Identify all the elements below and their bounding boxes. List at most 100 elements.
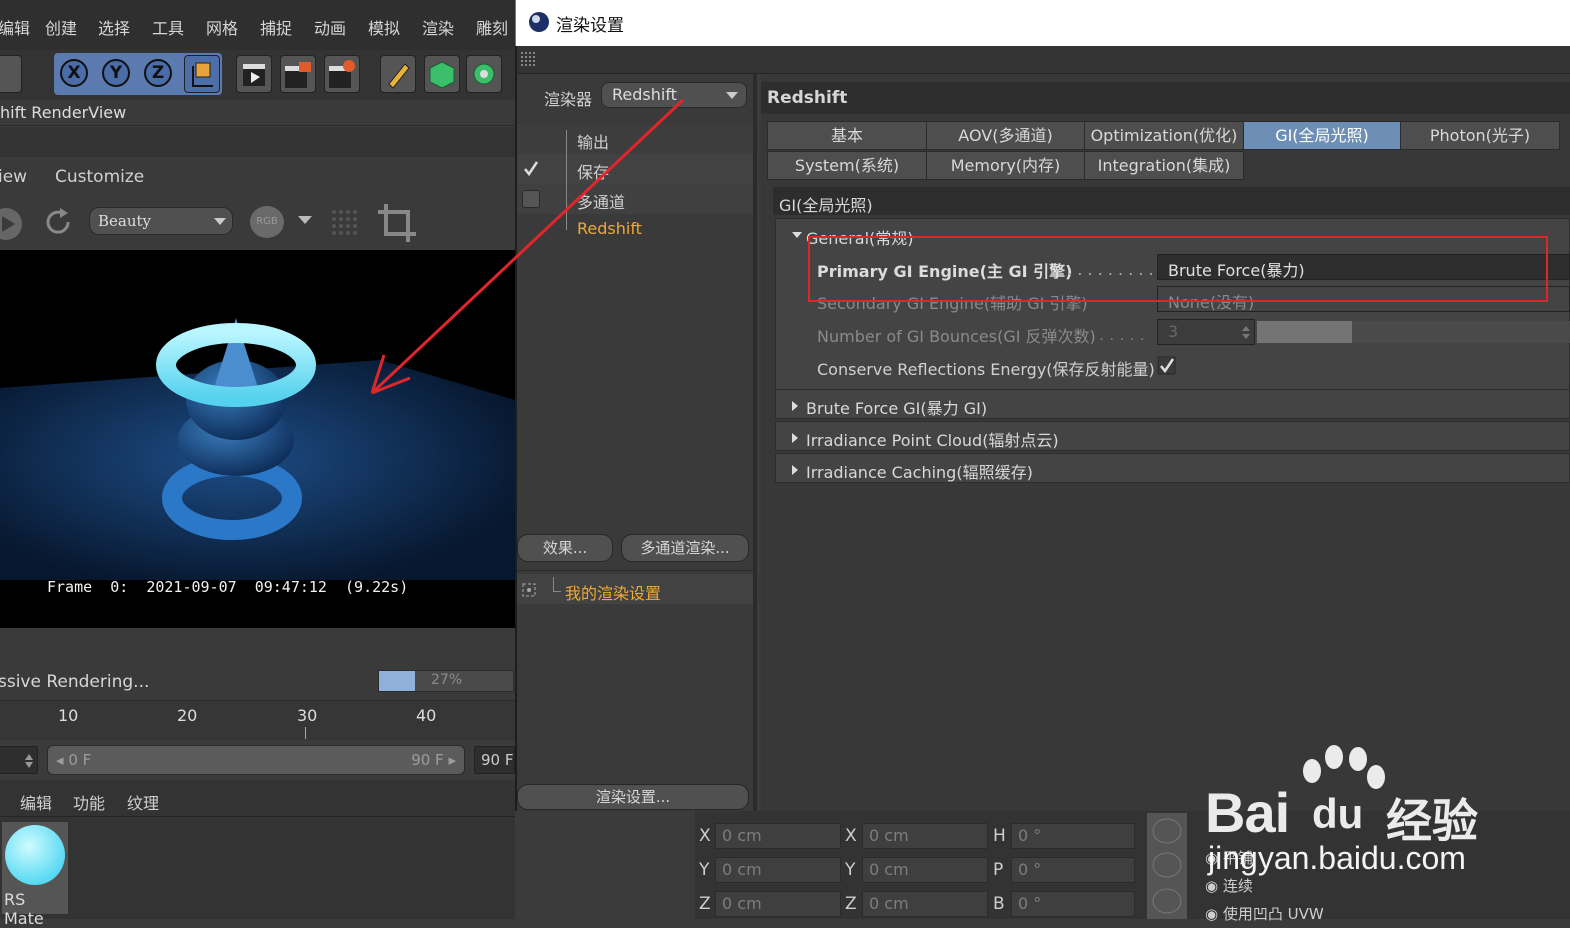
refresh-icon[interactable]: [44, 206, 74, 238]
main-toolbar: X Y Z: [0, 50, 515, 100]
position-z-field[interactable]: 0 cm: [715, 891, 841, 917]
rotation-b-field[interactable]: 0 °: [1011, 891, 1135, 917]
tab-gi[interactable]: GI(全局光照): [1243, 121, 1401, 150]
render-settings-button[interactable]: [324, 55, 360, 93]
position-y-field[interactable]: 0 cm: [715, 857, 841, 883]
tab-system[interactable]: System(系统): [767, 151, 927, 180]
expand-icon[interactable]: [522, 583, 536, 597]
panel-header-title: Redshift: [767, 88, 848, 108]
coordinate-system-button[interactable]: [184, 55, 220, 93]
rgb-channel-button[interactable]: RGB: [250, 206, 284, 238]
triangle-right-icon: [792, 465, 798, 475]
coord-axis-label: X: [699, 826, 711, 846]
preset-name: 我的渲染设置: [565, 584, 662, 603]
brute-force-group[interactable]: Brute Force GI(暴力 GI): [775, 389, 1570, 419]
conserve-energy-checkbox[interactable]: [1157, 356, 1177, 376]
preset-item[interactable]: 我的渲染设置: [517, 574, 753, 604]
menu-sculpt[interactable]: 雕刻: [476, 15, 508, 39]
renderview-menu-customize[interactable]: Customize: [55, 167, 144, 187]
renderer-select[interactable]: Redshift: [601, 82, 747, 108]
x-axis-lock-button[interactable]: X: [60, 59, 88, 87]
tree-item-redshift[interactable]: Redshift: [577, 219, 642, 238]
menu-edit[interactable]: 编辑: [0, 15, 30, 39]
mograph-button[interactable]: [466, 55, 502, 93]
play-icon[interactable]: [0, 206, 24, 242]
coord-axis-label: H: [993, 826, 1006, 846]
render-picture-viewer-button[interactable]: [280, 55, 316, 93]
position-x-field[interactable]: 0 cm: [715, 823, 841, 849]
tab-optimization[interactable]: Optimization(优化): [1084, 121, 1244, 150]
clapper-icon: [243, 64, 265, 86]
gi-bounces-slider[interactable]: [1257, 321, 1570, 343]
size-x-field[interactable]: 0 cm: [862, 823, 988, 849]
coord-axis-label: X: [845, 826, 857, 846]
tab-photon[interactable]: Photon(光子): [1400, 121, 1560, 150]
size-z-field[interactable]: 0 cm: [862, 891, 988, 917]
timeline-tick: 20: [177, 706, 198, 725]
y-axis-lock-button[interactable]: Y: [102, 59, 130, 87]
timeline-tick: 30: [297, 706, 318, 725]
range-end: 90 F ▸: [411, 751, 456, 769]
triangle-right-icon: [792, 401, 798, 411]
tree-item-multipass[interactable]: 多通道: [577, 189, 625, 213]
checkmark-icon[interactable]: [522, 159, 540, 177]
irradiance-caching-group[interactable]: Irradiance Caching(辐照缓存): [775, 453, 1570, 483]
seamless-option[interactable]: ◉ 连续: [1205, 875, 1253, 896]
menu-simulate[interactable]: 模拟: [368, 15, 400, 39]
tab-basic[interactable]: 基本: [767, 121, 927, 150]
grid-dots-icon[interactable]: [330, 208, 358, 236]
rotation-h-field[interactable]: 0 °: [1011, 823, 1135, 849]
frame-info: Frame 0: 2021-09-07 09:47:12 (9.22s): [47, 578, 409, 596]
renderview-menu-view[interactable]: iew: [0, 167, 27, 187]
crop-icon[interactable]: [376, 202, 418, 244]
bump-uvw-option[interactable]: ◉ 使用凹凸 UVW: [1205, 903, 1324, 924]
material-menu-function[interactable]: 功能: [73, 790, 105, 814]
multipass-render-button[interactable]: 多通道渲染...: [621, 534, 749, 562]
material-manager: 编辑 功能 纹理 RS Mate: [0, 780, 515, 928]
current-frame-field[interactable]: [0, 746, 38, 774]
progress-label: ssive Rendering...: [0, 672, 150, 692]
material-menu-edit[interactable]: 编辑: [20, 790, 52, 814]
menu-mesh[interactable]: 网格: [206, 15, 238, 39]
pen-tool-button[interactable]: [380, 55, 416, 93]
render-view-button[interactable]: [236, 55, 272, 93]
tree-item-save[interactable]: 保存: [577, 159, 609, 183]
render-viewport[interactable]: Frame 0: 2021-09-07 09:47:12 (9.22s): [0, 250, 515, 628]
material-thumbnail[interactable]: RS Mate: [2, 822, 68, 928]
multipass-checkbox[interactable]: [522, 190, 540, 208]
rotation-p-field[interactable]: 0 °: [1011, 857, 1135, 883]
cube-tool-button[interactable]: [424, 55, 460, 93]
timeline-ruler[interactable]: 10 20 30 40: [0, 700, 515, 740]
size-y-field[interactable]: 0 cm: [862, 857, 988, 883]
material-menu-texture[interactable]: 纹理: [127, 790, 159, 814]
tool-button[interactable]: [0, 55, 22, 93]
grip-icon[interactable]: [521, 52, 539, 68]
effects-button[interactable]: 效果...: [517, 534, 613, 562]
tab-memory[interactable]: Memory(内存): [926, 151, 1085, 180]
tab-aov[interactable]: AOV(多通道): [926, 121, 1085, 150]
tab-integration[interactable]: Integration(集成): [1084, 151, 1244, 180]
coord-axis-label: Y: [699, 860, 710, 880]
frame-range-slider[interactable]: ◂ 0 F 90 F ▸: [47, 745, 465, 775]
menu-create[interactable]: 创建: [45, 15, 77, 39]
menu-select[interactable]: 选择: [98, 15, 130, 39]
render-settings-button[interactable]: 渲染设置...: [517, 784, 749, 810]
irradiance-point-cloud-group[interactable]: Irradiance Point Cloud(辐射点云): [775, 421, 1570, 451]
chevron-down-icon[interactable]: [298, 216, 312, 226]
renderer-label: 渲染器: [544, 90, 593, 109]
triangle-down-icon[interactable]: [792, 232, 802, 239]
menu-snap[interactable]: 捕捉: [260, 15, 292, 39]
aov-select[interactable]: Beauty: [89, 207, 233, 235]
end-frame-field[interactable]: 90 F: [474, 746, 515, 774]
gi-bounces-slider-fill: [1257, 321, 1352, 343]
tree-item-output[interactable]: 输出: [577, 129, 609, 153]
z-axis-lock-button[interactable]: Z: [144, 59, 172, 87]
watermark-brand-du: du: [1312, 790, 1364, 837]
gi-bounces-field[interactable]: 3: [1157, 319, 1255, 345]
coord-axis-label: B: [993, 894, 1005, 914]
menu-tools[interactable]: 工具: [152, 15, 184, 39]
menu-animate[interactable]: 动画: [314, 15, 346, 39]
section-header: GI(全局光照): [773, 187, 1570, 215]
menu-render[interactable]: 渲染: [422, 15, 454, 39]
texture-projection-icon[interactable]: [1147, 813, 1187, 919]
